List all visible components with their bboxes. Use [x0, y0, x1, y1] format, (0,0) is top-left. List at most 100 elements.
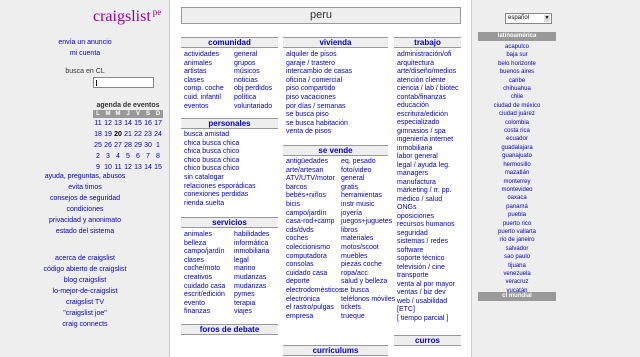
category-link[interactable]: sin catalogar [184, 174, 256, 183]
category-link[interactable]: campo/jardín [286, 210, 342, 219]
calendar-day[interactable]: 19 [103, 129, 113, 140]
category-link[interactable]: inmobiliaria [234, 248, 269, 257]
section-header-foros-text[interactable]: foros de debate [200, 325, 260, 334]
category-link[interactable]: chica busca chico [184, 148, 256, 157]
category-link[interactable]: pymes [234, 291, 269, 300]
category-link[interactable]: belleza [184, 240, 225, 249]
category-link[interactable]: piso vacaciones [286, 94, 352, 103]
about-link-text[interactable]: acerca de craigslist [55, 255, 115, 262]
category-link[interactable]: oficina / comercial [286, 77, 352, 86]
region-header[interactable]: latinoamérica [478, 32, 556, 41]
category-link[interactable]: materiales [341, 235, 395, 244]
category-link[interactable]: especializado [397, 119, 458, 128]
terms-link[interactable]: condiciones [0, 204, 170, 215]
category-link[interactable]: actividades [184, 51, 224, 60]
category-link[interactable]: informática [234, 240, 269, 249]
category-link[interactable]: obj perdidos [234, 85, 272, 94]
calendar-day[interactable]: 17 [153, 118, 163, 129]
city-link[interactable]: veracruz [478, 278, 556, 286]
calendar-day[interactable]: 29 [133, 140, 143, 151]
craigslist-joe-link[interactable]: "craigslist joe" [0, 308, 170, 319]
calendar-day[interactable]: 6 [133, 151, 143, 162]
category-link[interactable]: clases [184, 77, 224, 86]
city-link[interactable]: ciudad de méxico [478, 102, 556, 110]
section-header-personales-text[interactable]: personales [208, 119, 250, 128]
category-link[interactable]: busca amistad [184, 131, 256, 140]
section-header-curros[interactable]: curros [394, 335, 461, 346]
calendar-day[interactable]: 3 [103, 151, 113, 162]
category-link[interactable]: se busca [341, 287, 395, 296]
calendar-day[interactable]: 24 [153, 129, 163, 140]
category-link[interactable]: seguridad [397, 230, 458, 239]
city-link[interactable]: hermosillo [478, 161, 556, 169]
city-link[interactable]: monterrey [478, 178, 556, 186]
section-header-vivienda-text[interactable]: vivienda [319, 38, 351, 47]
category-link[interactable]: venta al por mayor [397, 281, 458, 290]
post-ad-link-text[interactable]: envía un anuncio [58, 39, 111, 46]
category-link[interactable]: grupos [234, 60, 272, 69]
category-link[interactable]: administración/ofi [397, 51, 458, 60]
category-link[interactable]: escrit/edición [184, 291, 225, 300]
city-link[interactable]: puebla [478, 211, 556, 219]
privacy-link-text[interactable]: privacidad y anonimato [49, 217, 121, 224]
scams-link-text[interactable]: evita timos [68, 184, 101, 191]
section-header-se-vende-text[interactable]: se vende [318, 146, 352, 155]
category-link[interactable]: alquiler de pisos [286, 51, 352, 60]
calendar-day[interactable]: 28 [123, 140, 133, 151]
city-link[interactable]: buenos aires [478, 68, 556, 76]
category-link[interactable]: electrodomésticos [286, 287, 342, 296]
language-select[interactable]: español ▼ [505, 13, 552, 24]
category-link[interactable]: computadora [286, 253, 342, 262]
category-link[interactable]: noticias [234, 77, 272, 86]
category-link[interactable]: gratis [341, 184, 395, 193]
section-header-curriculums-text[interactable]: currículums [313, 346, 359, 355]
category-link[interactable]: managers [397, 170, 458, 179]
category-link[interactable]: coche/moto [184, 265, 225, 274]
calendar-day[interactable]: 4 [113, 151, 123, 162]
category-link[interactable]: muebles [341, 253, 395, 262]
craigslist-tv-link-text[interactable]: craigslist TV [66, 299, 104, 306]
calendar-day[interactable]: 27 [113, 140, 123, 151]
section-header-curros-text[interactable]: curros [415, 336, 440, 345]
calendar-day[interactable]: 5 [123, 151, 133, 162]
category-link[interactable]: relaciones esporádicas [184, 183, 256, 192]
category-link[interactable]: cuidado casa [184, 283, 225, 292]
best-of-link-text[interactable]: lo-mejor-de-craigslist [53, 288, 118, 295]
category-link[interactable]: venta de pisos [286, 128, 352, 137]
category-link[interactable]: viajes [234, 308, 269, 317]
logo-text[interactable]: craigslist [93, 8, 151, 25]
privacy-link[interactable]: privacidad y anonimato [0, 215, 170, 226]
city-link[interactable]: caribe [478, 77, 556, 85]
section-header-servicios[interactable]: servicios [181, 217, 278, 228]
blog-link-text[interactable]: blog craigslist [64, 277, 106, 284]
terms-link-text[interactable]: condiciones [67, 206, 104, 213]
city-link[interactable]: ciudad juárez [478, 110, 556, 118]
city-link[interactable]: puerto vallarta [478, 228, 556, 236]
category-link[interactable]: eq. pesado [341, 158, 395, 167]
section-header-se-vende[interactable]: se vende [283, 145, 388, 156]
section-header-trabajo-text[interactable]: trabajo [414, 38, 441, 47]
category-link[interactable]: motos/scoot [341, 244, 395, 253]
category-link[interactable]: bicis [286, 201, 342, 210]
category-link[interactable]: labor general [397, 153, 458, 162]
category-link[interactable]: antigüedades [286, 158, 342, 167]
category-link[interactable]: juegos+juguetes [341, 218, 395, 227]
category-link[interactable]: escritura/edición [397, 111, 458, 120]
category-link[interactable]: legal / ayuda leg. [397, 162, 458, 171]
category-link[interactable]: recursos humanos [397, 221, 458, 230]
world-link[interactable]: cl mundial [478, 292, 556, 301]
calendar-day[interactable]: 23 [143, 129, 153, 140]
category-link[interactable]: terapia [234, 300, 269, 309]
category-link[interactable]: software [397, 247, 458, 256]
help-link[interactable]: ayuda, preguntas, abusos [0, 171, 170, 182]
category-link[interactable]: instr music [341, 201, 395, 210]
craig-connects-link[interactable]: craig connects [0, 319, 170, 330]
category-link[interactable]: contab/finanzas [397, 94, 458, 103]
category-link[interactable]: deporte [286, 278, 342, 287]
category-link[interactable]: electrónica [286, 296, 342, 305]
section-header-comunidad[interactable]: comunidad [181, 37, 278, 48]
city-link[interactable]: costa rica [478, 127, 556, 135]
category-link[interactable]: educación [397, 102, 458, 111]
city-link[interactable]: venezuela [478, 270, 556, 278]
category-link[interactable]: coleccionismo [286, 244, 342, 253]
